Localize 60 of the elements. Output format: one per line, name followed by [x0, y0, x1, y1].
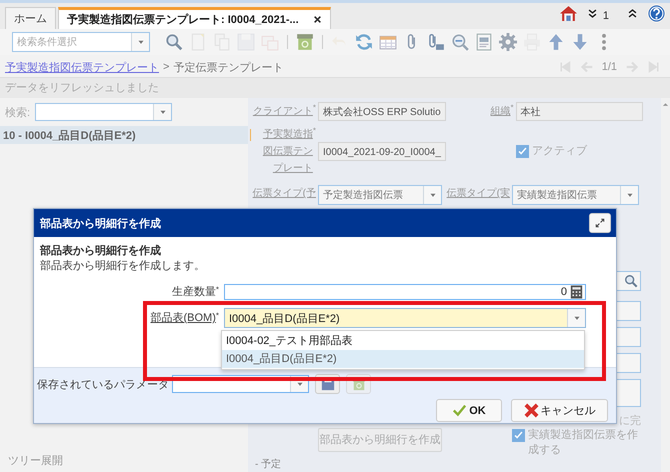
- paperclip-icon[interactable]: [427, 33, 445, 51]
- tree-item[interactable]: 10 - I0004_品目D(品目E*2): [0, 126, 248, 144]
- field-label: 生産数量: [172, 285, 216, 299]
- maximize-button[interactable]: [589, 213, 611, 233]
- input-field[interactable]: 本社: [516, 102, 643, 121]
- input-field[interactable]: I0004_2021-09-20_I0004_: [318, 142, 446, 162]
- required-mark: *: [312, 126, 316, 136]
- breadcrumb-separator: >: [163, 61, 170, 73]
- up-arrow-icon[interactable]: [547, 33, 565, 51]
- up-arrow-icon[interactable]: [662, 101, 669, 108]
- zoom-icon[interactable]: [451, 33, 469, 51]
- required-mark: *: [312, 102, 316, 113]
- dropdown-option[interactable]: I0004-02_テスト用部品表: [222, 332, 584, 350]
- search-icon[interactable]: [624, 274, 638, 288]
- checkbox[interactable]: [516, 145, 529, 158]
- refresh-icon[interactable]: [355, 33, 373, 51]
- dialog-description: 部品表から明細行を作成します。: [40, 259, 206, 273]
- combo-box[interactable]: 実績製造指図伝票: [512, 185, 639, 206]
- calculator-icon[interactable]: [570, 285, 583, 299]
- window-count: 1: [602, 10, 609, 22]
- cancel-button[interactable]: キャンセル: [511, 399, 608, 422]
- tree-expand-label: ツリー展開: [7, 454, 64, 469]
- combo-box[interactable]: 予定製造指図伝票: [318, 185, 442, 206]
- table-icon[interactable]: [379, 33, 397, 51]
- archive-box-icon[interactable]: [296, 33, 314, 51]
- search-label: 検索:: [5, 106, 30, 120]
- dialog-heading: 部品表から明細行を作成: [40, 244, 162, 259]
- search-icon[interactable]: [165, 33, 183, 51]
- tab[interactable]: ホーム: [5, 7, 56, 29]
- expand-icon: [595, 218, 605, 228]
- close-icon[interactable]: [312, 15, 322, 24]
- help-icon[interactable]: [648, 5, 665, 22]
- required-mark: *: [510, 102, 514, 113]
- double-chevron-up-icon[interactable]: [627, 8, 638, 19]
- dropdown-option[interactable]: I0004_品目D(品目E*2): [222, 350, 584, 368]
- down-arrow-icon[interactable]: [571, 33, 589, 51]
- gear-icon[interactable]: [499, 33, 517, 51]
- checkbox[interactable]: [512, 428, 525, 442]
- tab[interactable]: 予実製造指図伝票テンプレート: I0004_2021-...: [58, 7, 331, 29]
- input-field[interactable]: 株式会社OSS ERP Solutio: [318, 102, 446, 121]
- checkbox-label: アクティブ: [532, 144, 587, 160]
- combo-box[interactable]: I0004_品目D(品目E*2): [224, 308, 586, 328]
- home-icon[interactable]: [560, 5, 577, 22]
- breadcrumb-current: 予定伝票テンプレート: [173, 60, 284, 74]
- check-icon: [452, 404, 468, 417]
- status-message: データをリフレッシュしました: [0, 77, 670, 98]
- number-field[interactable]: 0: [224, 284, 586, 300]
- ok-button[interactable]: OK: [436, 399, 502, 422]
- search-combo[interactable]: [35, 103, 172, 121]
- cross-icon: [524, 403, 538, 418]
- record-counter: 1/1: [602, 61, 617, 73]
- report-icon[interactable]: [475, 33, 493, 51]
- required-mark: *: [216, 285, 219, 295]
- dialog-title: 部品表から明細行を作成: [40, 216, 162, 230]
- required-mark: *: [216, 311, 219, 321]
- delete-button[interactable]: [346, 374, 371, 394]
- checkbox-label: 実績製造指図伝票を作成する: [528, 428, 639, 458]
- field-label-link[interactable]: 部品表(BOM): [150, 311, 216, 325]
- breadcrumb-link[interactable]: 予実製造指図伝票テンプレート: [5, 60, 159, 74]
- double-chevron-down-icon[interactable]: [586, 8, 598, 19]
